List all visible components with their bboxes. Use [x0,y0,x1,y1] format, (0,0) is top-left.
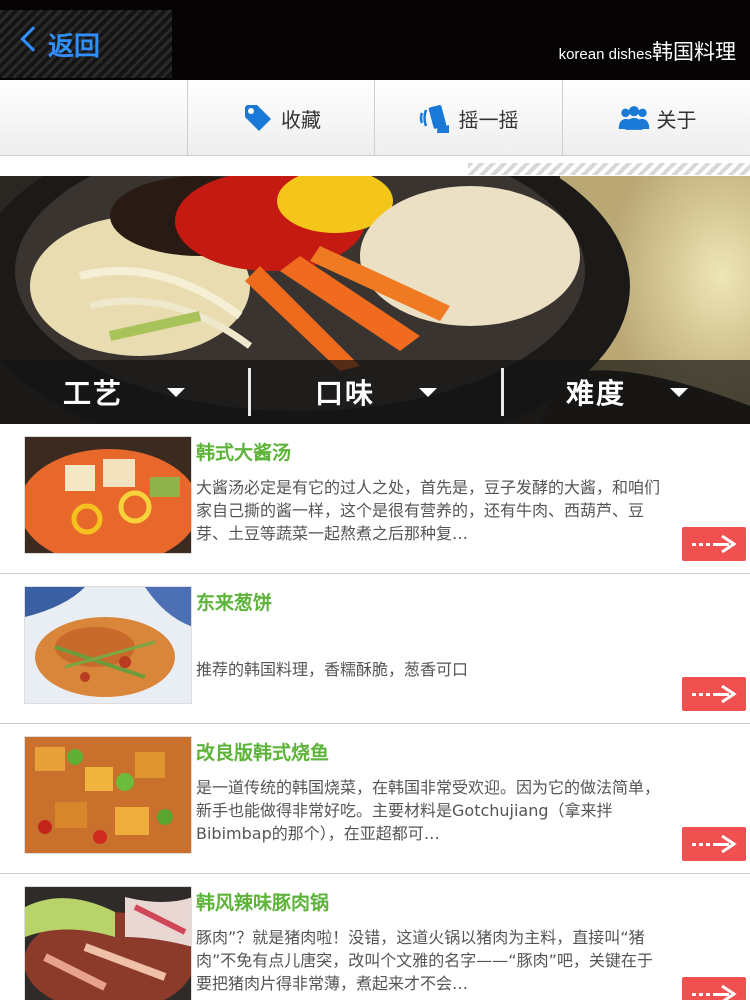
filter-taste[interactable]: 口味 [251,360,501,424]
toolbar-empty-cell [0,80,187,156]
shake-phone-icon [419,105,449,133]
dish-list: 韩式大酱汤 大酱汤必定是有它的过人之处，首先是，豆子发酵的大酱，和咱们家自己撕的… [0,424,750,1000]
favorite-label: 收藏 [281,107,321,132]
dish-thumbnail [24,886,192,1000]
dish-description: 大酱汤必定是有它的过人之处，首先是，豆子发酵的大酱，和咱们家自己撕的酱一样，这个… [196,478,661,543]
arrow-right-icon [692,984,737,1000]
list-item[interactable]: 韩式大酱汤 大酱汤必定是有它的过人之处，首先是，豆子发酵的大酱，和咱们家自己撕的… [0,424,750,577]
people-icon [618,106,649,130]
dish-description: 豚肉”？就是猪肉啦！没错，这道火锅以猪肉为主料，直接叫“猪肉”不免有点儿唐突，改… [196,928,653,993]
arrow-right-icon [692,684,737,704]
filter-bar: 工艺 口味 难度 [0,360,750,424]
dish-title: 韩风辣味豚肉锅 [196,892,330,914]
list-item[interactable]: 东来葱饼 推荐的韩国料理，香糯酥脆，葱香可口 [0,574,750,727]
dish-title: 改良版韩式烧鱼 [196,742,330,764]
caret-down-icon [419,387,437,397]
detail-arrow-button[interactable] [682,977,746,1000]
page-title-zh: 韩国料理 [652,40,736,64]
caret-down-icon [167,387,185,397]
dish-description: 是一道传统的韩国烧菜，在韩国非常受欢迎。因为它的做法简单，新手也能做得非常好吃。… [196,778,661,843]
about-label: 关于 [656,107,697,132]
shake-label: 摇一摇 [458,107,519,132]
filter-craft-label: 工艺 [62,377,123,410]
dish-description: 推荐的韩国料理，香糯酥脆，葱香可口 [196,660,469,679]
arrow-right-icon [692,534,737,554]
decorative-stripe [468,163,750,175]
filter-craft[interactable]: 工艺 [0,360,248,424]
dish-title: 东来葱饼 [196,592,273,614]
detail-arrow-button[interactable] [682,827,746,861]
dish-thumbnail [24,586,192,704]
list-item[interactable]: 韩风辣味豚肉锅 豚肉”？就是猪肉啦！没错，这道火锅以猪肉为主料，直接叫“猪肉”不… [0,874,750,1000]
detail-arrow-button[interactable] [682,527,746,561]
filter-taste-label: 口味 [314,377,375,410]
back-button[interactable]: 返回 [0,10,172,88]
filter-difficulty-label: 难度 [565,377,626,410]
dish-thumbnail [24,736,192,854]
dish-thumbnail [24,436,192,554]
toolbar: 收藏 摇一摇 关于 [0,80,750,156]
filter-difficulty[interactable]: 难度 [504,360,750,424]
dish-title: 韩式大酱汤 [196,442,292,464]
tag-icon [245,105,271,131]
app-header: 返回 korean dishes韩国料理 [0,0,750,88]
favorite-button[interactable]: 收藏 [187,80,374,156]
caret-down-icon [670,387,688,397]
page-title-en: korean dishes [558,46,652,63]
featured-banner[interactable]: 工艺 口味 难度 [0,176,750,424]
detail-arrow-button[interactable] [682,677,746,711]
page-title: korean dishes韩国料理 [559,36,736,66]
arrow-right-icon [692,834,737,854]
about-button[interactable]: 关于 [562,80,750,156]
shake-button[interactable]: 摇一摇 [374,80,562,156]
chevron-left-icon [20,26,46,52]
list-item[interactable]: 改良版韩式烧鱼 是一道传统的韩国烧菜，在韩国非常受欢迎。因为它的做法简单，新手也… [0,724,750,877]
back-label: 返回 [48,32,101,62]
